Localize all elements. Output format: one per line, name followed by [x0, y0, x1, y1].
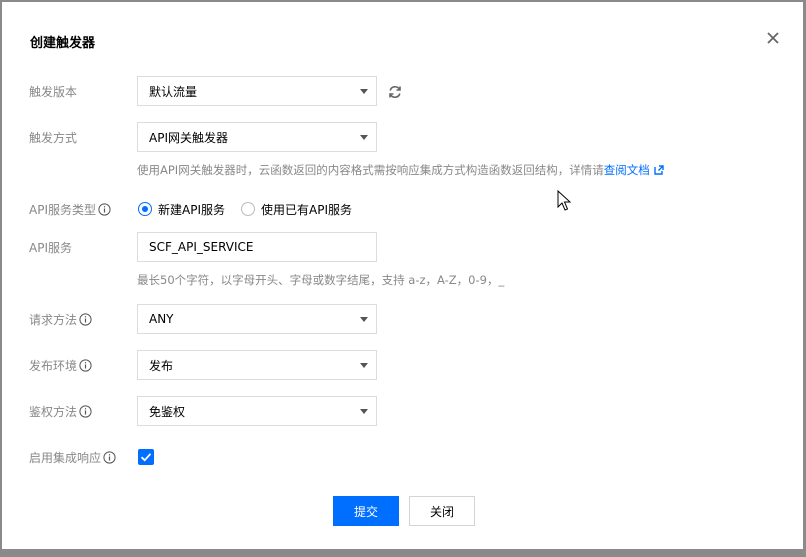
integration-checkbox[interactable]: [138, 449, 154, 465]
service-type-radio-group: 新建API服务 使用已有API服务: [138, 200, 368, 218]
method-hint: 使用API网关触发器时，云函数返回的内容格式需按响应集成方式构造函数返回结构，详…: [137, 162, 664, 178]
environment-value: 发布: [149, 358, 174, 373]
mouse-cursor-icon: [557, 190, 571, 211]
version-label: 触发版本: [29, 85, 78, 99]
checkmark-icon: [140, 453, 152, 462]
radio-existing-api-service[interactable]: 使用已有API服务: [241, 201, 352, 218]
radio-dot-selected: [138, 202, 152, 216]
info-icon[interactable]: [98, 203, 111, 216]
refresh-icon[interactable]: [387, 84, 403, 100]
request-method-select[interactable]: ANY: [137, 304, 377, 334]
chevron-down-icon: [360, 363, 368, 368]
dialog-title: 创建触发器: [30, 36, 96, 51]
chevron-down-icon: [360, 317, 368, 322]
service-label: API服务: [29, 241, 72, 255]
radio-label: 新建API服务: [158, 202, 225, 217]
radio-dot: [241, 202, 255, 216]
api-service-input[interactable]: SCF_API_SERVICE: [137, 232, 377, 262]
chevron-down-icon: [360, 89, 368, 94]
version-select[interactable]: 默认流量: [137, 76, 377, 106]
api-service-value: SCF_API_SERVICE: [149, 240, 254, 254]
info-icon[interactable]: [103, 451, 116, 464]
environment-label: 发布环境: [29, 357, 92, 374]
chevron-down-icon: [360, 409, 368, 414]
request-method-value: ANY: [149, 312, 174, 326]
service-type-label: API服务类型: [29, 201, 111, 218]
version-select-value: 默认流量: [149, 84, 198, 99]
close-button[interactable]: 关闭: [409, 496, 475, 526]
service-hint: 最长50个字符，以字母开头、字母或数字结尾，支持 a-z，A-Z，0-9，_: [137, 273, 505, 287]
radio-label: 使用已有API服务: [261, 202, 352, 217]
environment-select[interactable]: 发布: [137, 350, 377, 380]
trigger-method-select[interactable]: API网关触发器: [137, 122, 377, 152]
auth-label: 鉴权方法: [29, 403, 92, 420]
request-method-label: 请求方法: [29, 311, 92, 328]
create-trigger-dialog: 创建触发器 触发版本 默认流量 触发方式 API网关触发器 使用API网关触发器…: [2, 2, 803, 549]
external-link-icon[interactable]: [654, 165, 664, 175]
close-icon[interactable]: [764, 29, 782, 47]
auth-value: 免鉴权: [149, 404, 186, 419]
auth-select[interactable]: 免鉴权: [137, 396, 377, 426]
docs-link[interactable]: 查阅文档: [604, 163, 650, 177]
info-icon[interactable]: [79, 359, 92, 372]
integration-label: 启用集成响应: [29, 449, 116, 466]
info-icon[interactable]: [79, 405, 92, 418]
method-label: 触发方式: [29, 131, 78, 145]
method-hint-text: 使用API网关触发器时，云函数返回的内容格式需按响应集成方式构造函数返回结构，详…: [137, 163, 604, 177]
info-icon[interactable]: [79, 313, 92, 326]
chevron-down-icon: [360, 135, 368, 140]
radio-new-api-service[interactable]: 新建API服务: [138, 201, 225, 218]
submit-button[interactable]: 提交: [333, 496, 399, 526]
trigger-method-value: API网关触发器: [149, 130, 228, 145]
